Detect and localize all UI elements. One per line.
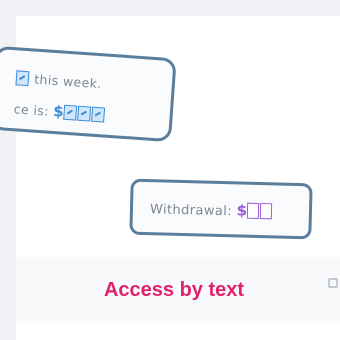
balloon-line-1: this week. xyxy=(15,70,102,91)
speech-balloon-top: this week. ce is: $ xyxy=(0,45,177,143)
empty-glyph-box xyxy=(260,203,273,220)
placeholder-glyph-box xyxy=(15,70,30,87)
speech-balloon-bottom: Withdrawal: $ xyxy=(129,178,313,240)
image-card: this week. ce is: $ Withdrawal: $ Access… xyxy=(0,16,340,340)
withdrawal-line: Withdrawal: $ xyxy=(150,199,274,220)
checkbox-hint-icon xyxy=(328,278,338,288)
dollar-sign: $ xyxy=(236,201,248,220)
balloon-line-2-text: ce is: xyxy=(13,101,50,119)
caption-band: Access by text xyxy=(16,257,340,323)
placeholder-glyph-box xyxy=(91,106,106,123)
balloon-line-2: ce is: $ xyxy=(13,99,106,123)
placeholder-glyph-box xyxy=(77,105,92,122)
placeholder-glyph-box xyxy=(63,104,78,121)
withdrawal-label: Withdrawal: xyxy=(149,202,233,220)
balloon-line-1-text: this week. xyxy=(33,71,103,92)
caption-title: Access by text xyxy=(103,278,245,301)
empty-glyph-box xyxy=(247,202,260,220)
